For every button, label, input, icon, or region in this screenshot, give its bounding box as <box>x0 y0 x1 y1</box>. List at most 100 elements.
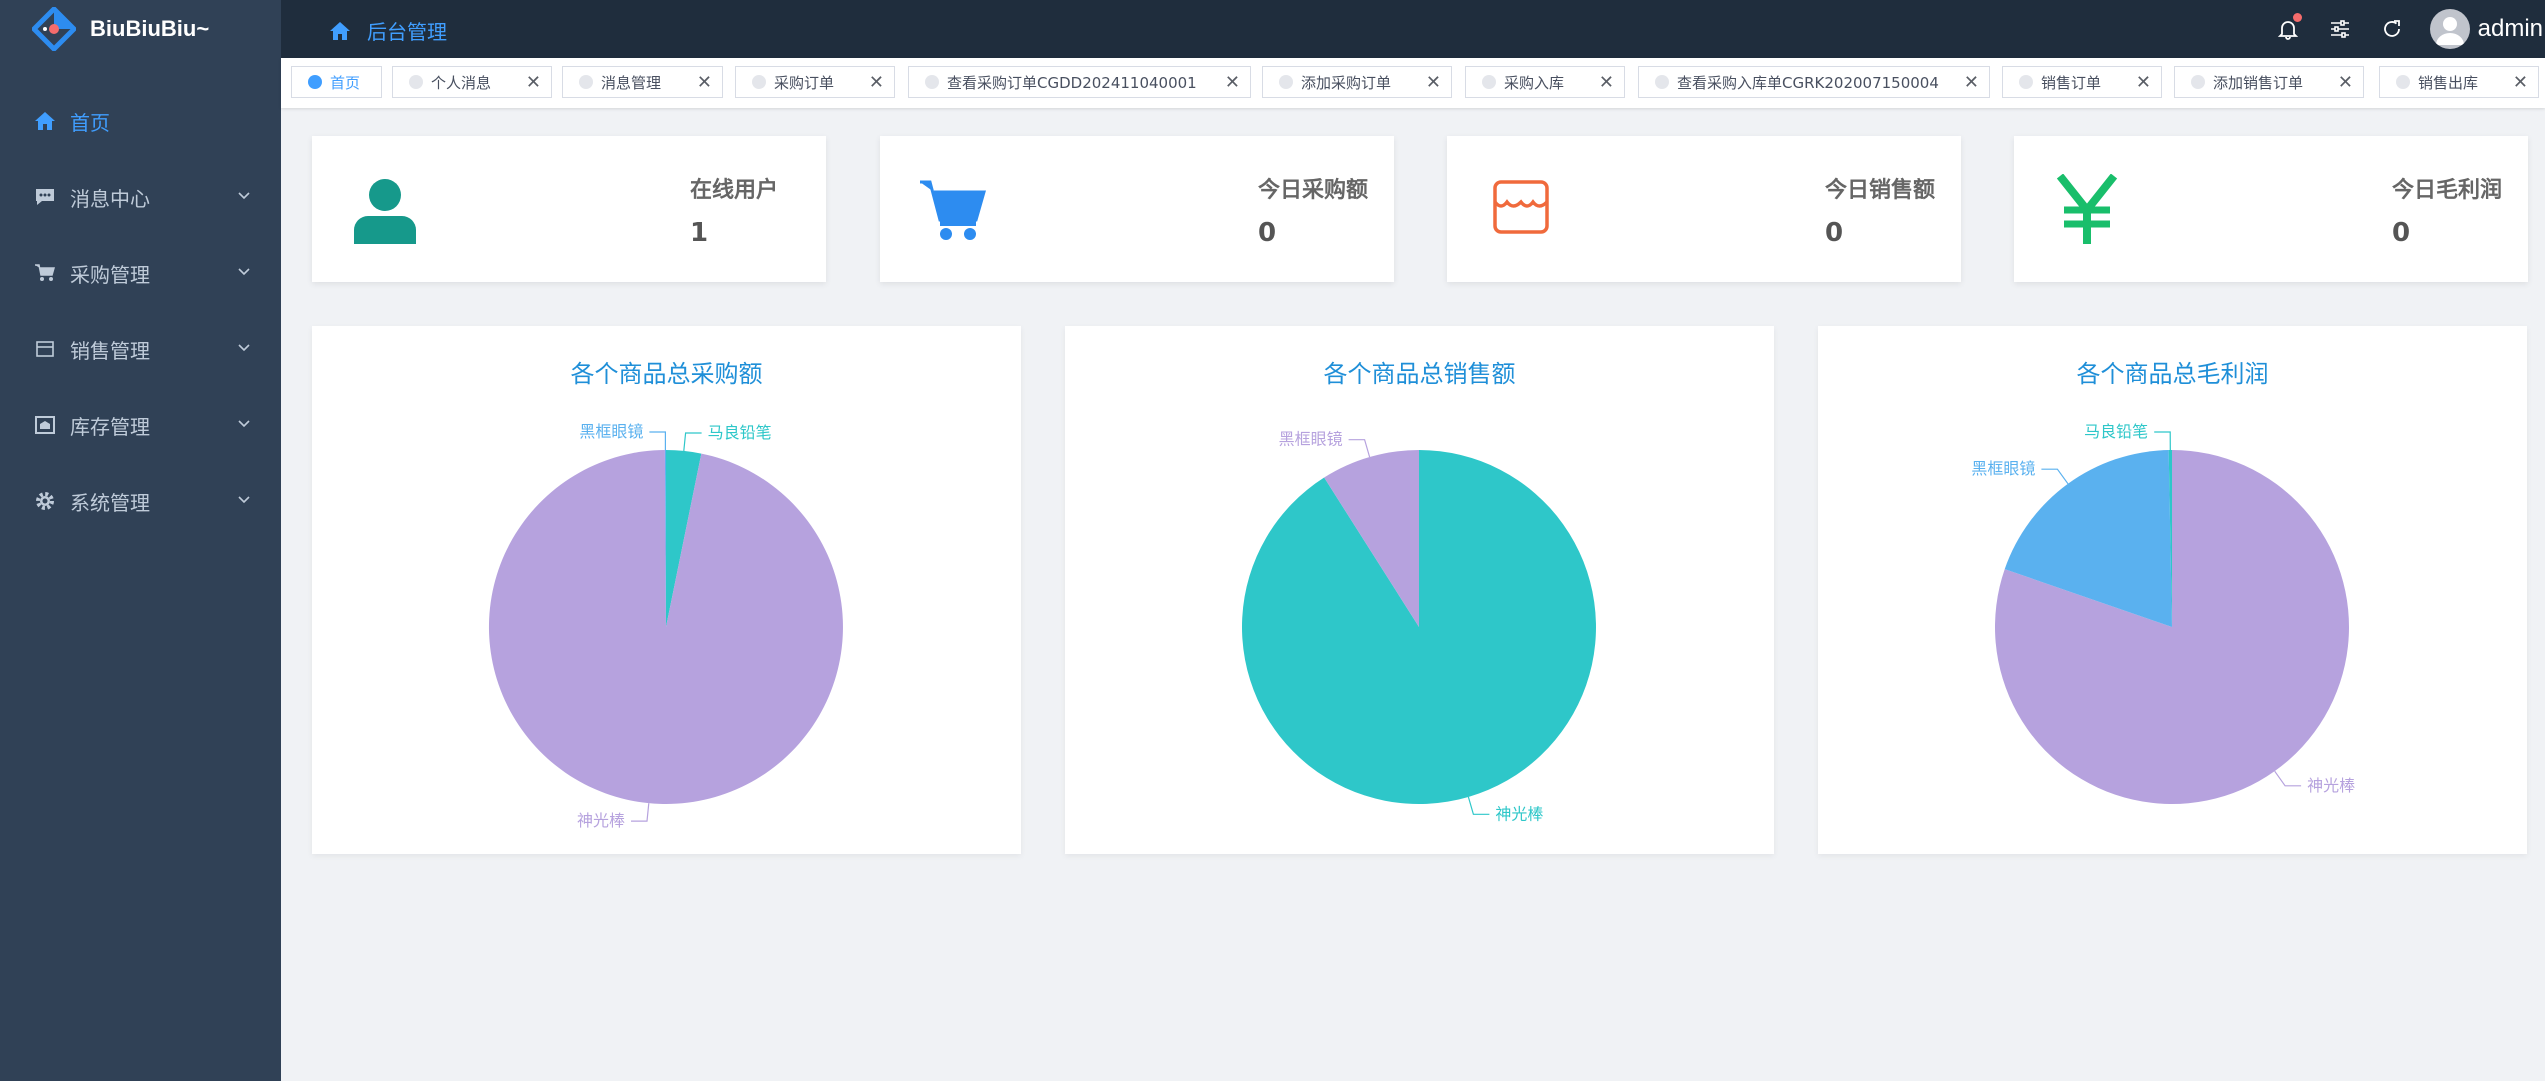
tag-label: 添加销售订单 <box>2213 73 2304 92</box>
tag-label: 采购订单 <box>774 73 835 92</box>
tag-label: 添加采购订单 <box>1301 73 1392 92</box>
close-icon[interactable]: ✕ <box>859 72 884 93</box>
close-icon[interactable]: ✕ <box>687 72 712 93</box>
sidebar-item-label: 系统管理 <box>70 490 150 515</box>
shop-icon <box>1493 180 1549 234</box>
close-icon[interactable]: ✕ <box>1954 72 1979 93</box>
tag-view-purchase-order[interactable]: 查看采购订单CGDD202411040001 ✕ <box>908 66 1251 98</box>
tag-personal-message[interactable]: 个人消息 ✕ <box>392 66 552 98</box>
tag-dot <box>2191 75 2205 89</box>
pie-chart-sales[interactable]: 神光棒 黑框眼镜 <box>1065 326 1774 854</box>
sidebar-item-inventory[interactable]: 库存管理 <box>0 387 281 463</box>
tag-dot <box>1482 75 1496 89</box>
pie-label-line <box>1348 439 1371 458</box>
top-navbar: 后台管理 admin <box>281 0 2545 58</box>
refresh-icon[interactable] <box>2378 15 2406 43</box>
username[interactable]: admin <box>2478 15 2543 43</box>
pie-label: 黑框眼镜 <box>1971 459 2035 478</box>
tag-message-management[interactable]: 消息管理 ✕ <box>562 66 723 98</box>
breadcrumb-label: 后台管理 <box>367 20 447 44</box>
sidebar-item-purchase[interactable]: 采购管理 <box>0 235 281 311</box>
pie-chart-purchase[interactable]: 马良铅笔神光棒 黑框眼镜 <box>312 326 1021 854</box>
close-icon[interactable]: ✕ <box>1416 72 1441 93</box>
breadcrumb[interactable]: 后台管理 <box>329 16 447 45</box>
stat-value: 0 <box>1258 218 1277 248</box>
warehouse-icon <box>34 414 56 436</box>
pie-label: 黑框眼镜 <box>1279 430 1343 449</box>
sidebar-item-messages[interactable]: 消息中心 <box>0 159 281 235</box>
close-icon[interactable]: ✕ <box>2328 72 2353 93</box>
stat-card-sales: 今日销售额 0 <box>1447 136 1961 282</box>
pie-chart-profit[interactable]: 神光棒 黑框眼镜 马良铅笔 <box>1818 326 2527 854</box>
chevron-down-icon <box>238 496 250 504</box>
tag-label: 消息管理 <box>601 73 662 92</box>
pie-label-line <box>631 803 650 822</box>
sidebar-item-label: 首页 <box>70 110 110 135</box>
close-icon[interactable]: ✕ <box>1215 72 1240 93</box>
home-icon <box>34 110 56 132</box>
tag-add-sales-order[interactable]: 添加销售订单 ✕ <box>2174 66 2364 98</box>
sidebar-item-home[interactable]: 首页 <box>0 83 281 159</box>
tag-label: 个人消息 <box>431 73 492 92</box>
pie-label-line <box>2154 431 2171 451</box>
logo-icon <box>32 7 76 51</box>
pie-label: 马良铅笔 <box>708 423 772 442</box>
pie-label: 马良铅笔 <box>2084 422 2148 441</box>
pie-label-line <box>649 431 666 450</box>
cart-icon <box>34 262 56 284</box>
tag-dot <box>409 75 423 89</box>
chart-panel-profit: 各个商品总毛利润 神光棒 黑框眼镜 马良铅笔 <box>1818 326 2527 854</box>
sidebar-item-label: 销售管理 <box>70 338 150 363</box>
tag-sales-outbound[interactable]: 销售出库 ✕ <box>2379 66 2539 98</box>
app-name: BiuBiuBiu~ <box>90 16 210 41</box>
settings-sliders-icon[interactable] <box>2326 15 2354 43</box>
bell-icon[interactable] <box>2274 13 2302 43</box>
sidebar-item-label: 库存管理 <box>70 414 150 439</box>
sidebar-item-sales[interactable]: 销售管理 <box>0 311 281 387</box>
stat-label: 今日销售额 <box>1825 178 1936 203</box>
gear-icon <box>34 490 56 512</box>
tags-view-bar: 首页 个人消息 ✕ 消息管理 ✕ 采购订单 ✕ 查看采购订单CGDD202411… <box>281 58 2545 108</box>
user-icon <box>354 179 416 244</box>
close-icon[interactable]: ✕ <box>2503 72 2528 93</box>
pie-label: 神光棒 <box>2307 776 2355 795</box>
tag-label: 销售出库 <box>2418 73 2479 92</box>
sidebar-item-label: 消息中心 <box>70 186 150 211</box>
top-right-tools: admin <box>2250 0 2545 58</box>
stat-card-online-users: 在线用户 1 <box>312 136 826 282</box>
close-icon[interactable]: ✕ <box>516 72 541 93</box>
tag-label: 查看采购入库单CGRK202007150004 <box>1677 73 1939 92</box>
tag-purchase-inbound[interactable]: 采购入库 ✕ <box>1465 66 1625 98</box>
close-icon[interactable]: ✕ <box>1589 72 1614 93</box>
tag-dot <box>925 75 939 89</box>
stat-value: 1 <box>690 218 709 248</box>
pie-label: 黑框眼镜 <box>579 422 643 441</box>
tag-label: 销售订单 <box>2041 73 2102 92</box>
tag-dot <box>2396 75 2410 89</box>
close-icon[interactable]: ✕ <box>2126 72 2151 93</box>
tag-purchase-order[interactable]: 采购订单 ✕ <box>735 66 895 98</box>
tag-dot <box>752 75 766 89</box>
tag-dot <box>308 75 322 89</box>
message-icon <box>34 186 56 208</box>
pie-label-line <box>2274 770 2302 787</box>
chevron-down-icon <box>238 268 250 276</box>
sidebar-item-system[interactable]: 系统管理 <box>0 463 281 539</box>
notification-dot <box>2292 13 2302 22</box>
chevron-down-icon <box>238 344 250 352</box>
logo[interactable]: BiuBiuBiu~ <box>0 0 281 58</box>
sidebar: BiuBiuBiu~ 首页 消息中心 采购管理 销售管理 库存管理 系统管理 <box>0 0 281 1081</box>
avatar[interactable] <box>2429 9 2470 49</box>
chevron-down-icon <box>238 420 250 428</box>
home-icon <box>330 21 350 40</box>
stat-value: 0 <box>1825 218 1844 248</box>
tag-dot <box>579 75 593 89</box>
sidebar-item-label: 采购管理 <box>70 262 150 287</box>
chart-panel-purchase: 各个商品总采购额 马良铅笔 神光棒 黑框眼镜 <box>312 326 1021 854</box>
tag-add-purchase-order[interactable]: 添加采购订单 ✕ <box>1262 66 1452 98</box>
tag-dot <box>1655 75 1669 89</box>
tag-home[interactable]: 首页 <box>291 66 382 98</box>
tag-sales-order[interactable]: 销售订单 ✕ <box>2002 66 2162 98</box>
tag-dot <box>2019 75 2033 89</box>
tag-view-purchase-inbound[interactable]: 查看采购入库单CGRK202007150004 ✕ <box>1638 66 1990 98</box>
